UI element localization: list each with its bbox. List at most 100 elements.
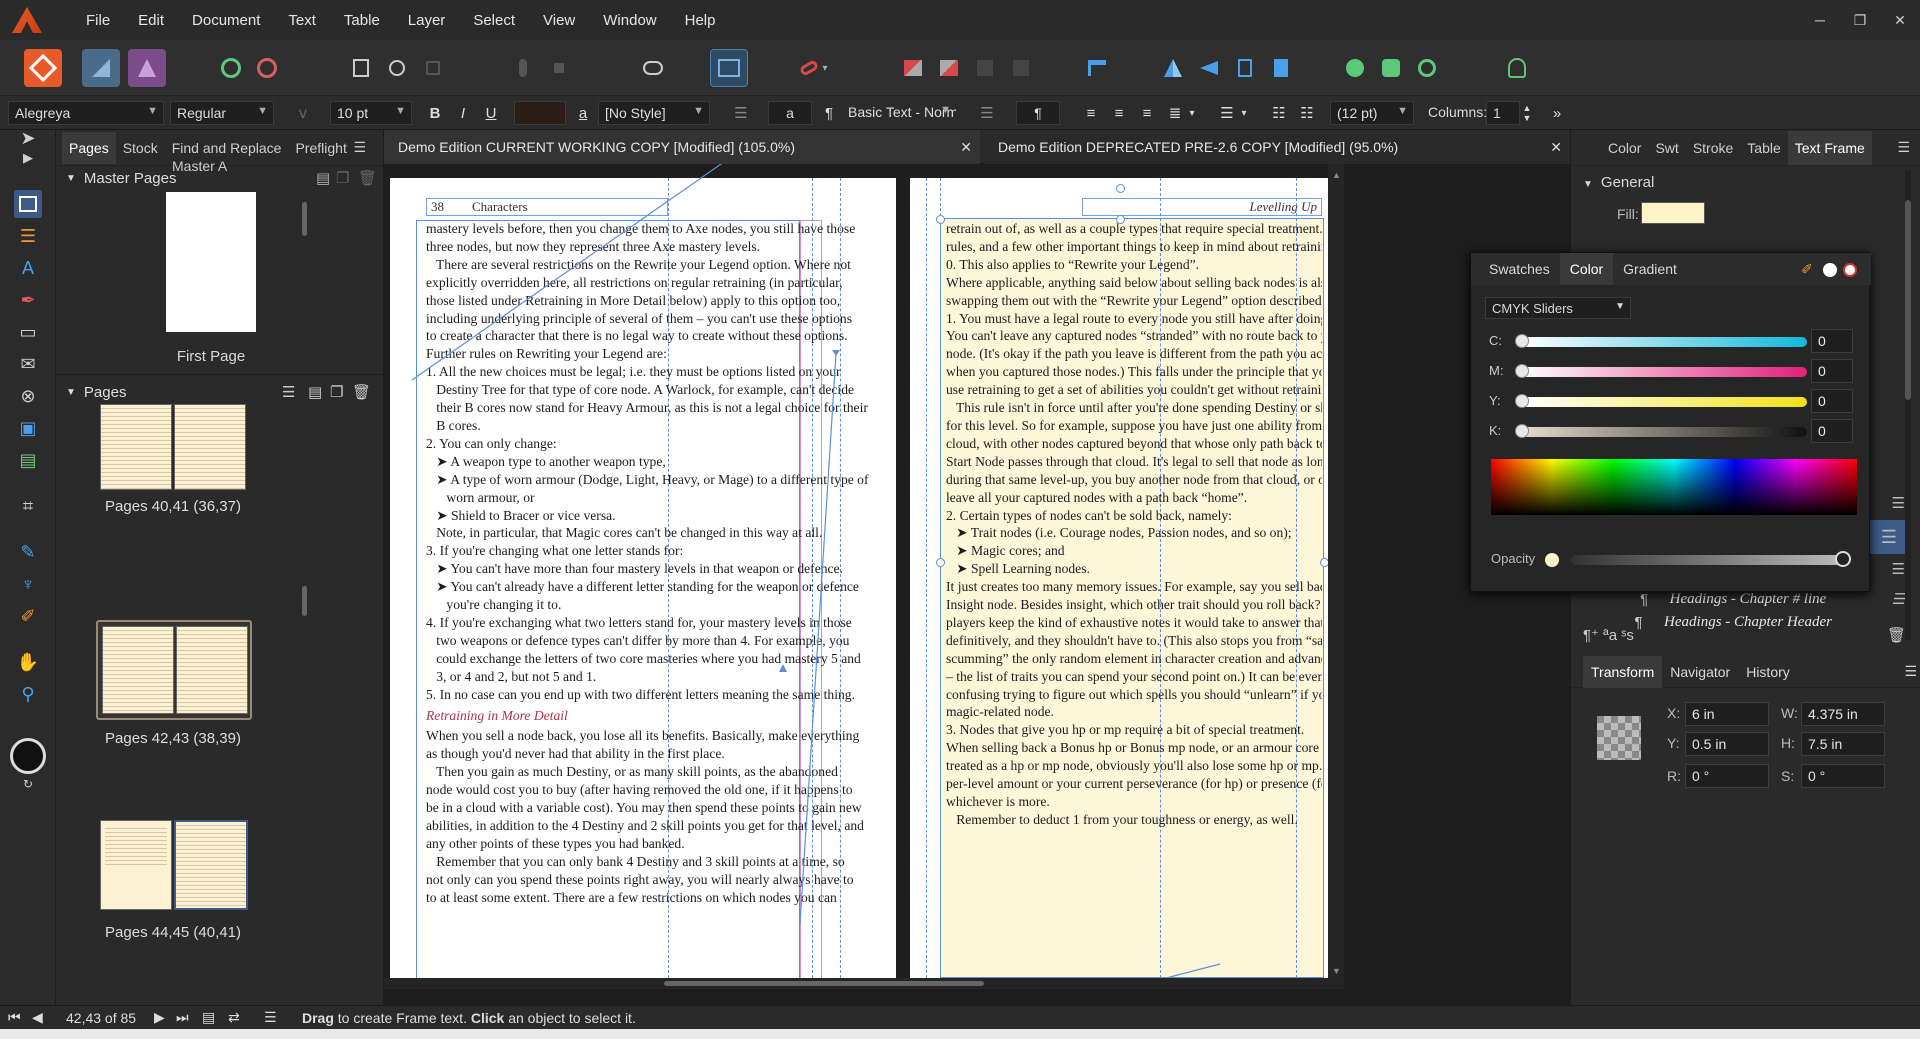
highlight-button[interactable]: a xyxy=(570,101,596,125)
text-wrap-icon[interactable] xyxy=(634,49,672,87)
assets-icon[interactable] xyxy=(1336,49,1374,87)
tab-swatches-popup[interactable]: Swatches xyxy=(1479,261,1560,277)
document-canvas[interactable]: 38 Characters mastery levels before, then… xyxy=(384,164,1570,989)
table-of-contents-tool-icon[interactable]: ▤ xyxy=(14,446,42,474)
flip-vertical-icon[interactable] xyxy=(1190,49,1228,87)
pin-icon[interactable] xyxy=(504,49,542,87)
leading-select[interactable]: (12 pt) ▼ xyxy=(1330,101,1414,125)
black-knob[interactable] xyxy=(1515,424,1529,438)
align-right-icon[interactable]: ≡ xyxy=(1134,101,1160,125)
shear-field[interactable]: 0 ° xyxy=(1801,764,1885,788)
pages-header[interactable]: ▼ Pages ☰ ▤ ❐ 🗑 xyxy=(56,378,384,406)
page-indicator[interactable]: 42,43 of 85 xyxy=(66,1010,136,1026)
menu-help[interactable]: Help xyxy=(671,12,730,29)
numbering-icon[interactable]: ☷ xyxy=(1294,101,1320,125)
frame-text-tool-icon[interactable] xyxy=(14,190,42,218)
font-family-select[interactable]: Alegreya ▼ xyxy=(8,101,164,125)
menu-view[interactable]: View xyxy=(529,12,589,29)
font-size-select[interactable]: 10 pt ▼ xyxy=(330,101,412,125)
black-slider[interactable]: K: 0 xyxy=(1489,419,1853,445)
align-icon[interactable] xyxy=(1078,49,1116,87)
horizontal-scroll-thumb[interactable] xyxy=(664,981,984,986)
tab-transform[interactable]: Transform xyxy=(1583,655,1663,688)
transform-menu-icon[interactable]: ☰ xyxy=(1904,663,1917,680)
tab-history[interactable]: History xyxy=(1738,664,1798,680)
tab-text-frame[interactable]: Text Frame xyxy=(1787,130,1872,165)
node-tool-icon[interactable]: ▶ xyxy=(14,144,42,172)
menu-layer[interactable]: Layer xyxy=(394,12,460,29)
next-page-icon[interactable]: ▶ xyxy=(154,1009,165,1026)
group-icon[interactable] xyxy=(966,49,1004,87)
photo-persona-icon[interactable] xyxy=(128,49,166,87)
tab-color-popup[interactable]: Color xyxy=(1559,253,1614,285)
menu-select[interactable]: Select xyxy=(459,12,529,29)
character-style-select[interactable]: [No Style] ▼ xyxy=(598,101,710,125)
italic-button[interactable]: I xyxy=(450,101,476,125)
font-weight-select[interactable]: Regular ▼ xyxy=(170,101,274,125)
canvas-vertical-scrollbar[interactable]: ▲ ▼ xyxy=(1328,164,1344,978)
panel-menu-icon[interactable]: ☰ xyxy=(346,139,373,156)
pages-scrollbar[interactable] xyxy=(302,586,307,616)
eyedropper-icon[interactable]: ✐ xyxy=(1801,261,1813,278)
style-menu-icon[interactable]: ☰ xyxy=(1881,527,1897,548)
color-spectrum[interactable] xyxy=(1491,459,1857,515)
black-value[interactable]: 0 xyxy=(1811,419,1853,443)
delete-style-icon[interactable]: 🗑 xyxy=(1887,626,1906,644)
general-section-header[interactable]: ▼ General xyxy=(1583,174,1654,191)
columns-stepper[interactable]: ▲ ▼ xyxy=(1520,101,1534,125)
ungroup-icon[interactable] xyxy=(1002,49,1040,87)
layers-icon[interactable] xyxy=(1372,49,1410,87)
preferences-icon[interactable] xyxy=(248,49,286,87)
x-field[interactable]: 6 in xyxy=(1685,702,1769,726)
link-dropdown-icon[interactable]: ▾ xyxy=(818,49,832,87)
magenta-knob[interactable] xyxy=(1515,364,1529,378)
cyan-track[interactable] xyxy=(1519,337,1807,347)
opacity-slider[interactable] xyxy=(1571,555,1843,565)
clear-formatting-button[interactable]: a xyxy=(768,101,812,125)
add-page-icon[interactable]: ▤ xyxy=(308,383,322,401)
menu-file[interactable]: File xyxy=(72,12,124,29)
cyan-slider[interactable]: C: 0 xyxy=(1489,329,1853,355)
new-character-style-icon[interactable]: ªa xyxy=(1603,627,1617,644)
menu-document[interactable]: Document xyxy=(178,12,274,29)
tab-table[interactable]: Table xyxy=(1740,140,1787,156)
y-field[interactable]: 0.5 in xyxy=(1685,732,1769,756)
opacity-knob[interactable] xyxy=(1835,551,1851,567)
swap-colors-icon[interactable]: ↻ xyxy=(14,770,42,798)
affinity-publisher-logo[interactable] xyxy=(12,7,42,33)
scroll-down-icon[interactable]: ▼ xyxy=(1332,966,1341,976)
new-paragraph-style-icon[interactable]: ¶⁺ xyxy=(1583,627,1599,644)
magenta-slider[interactable]: M: 0 xyxy=(1489,359,1853,385)
yellow-track[interactable] xyxy=(1519,397,1807,407)
align-left-icon[interactable]: ≡ xyxy=(1078,101,1104,125)
color-picker-tool-icon[interactable]: ✐ xyxy=(14,602,42,630)
right-panel-scrollbar[interactable] xyxy=(1905,170,1911,640)
rotate-left-icon[interactable] xyxy=(1226,49,1264,87)
zoom-tool-icon[interactable]: ⚲ xyxy=(14,680,42,708)
close-tab-icon[interactable]: ✕ xyxy=(1550,139,1562,156)
black-track[interactable] xyxy=(1519,427,1807,437)
font-traits-icon[interactable]: ⅴ xyxy=(290,101,316,125)
rotation-field[interactable]: 0 ° xyxy=(1685,764,1769,788)
add-master-icon[interactable]: ▤ xyxy=(316,169,330,187)
tab-stroke[interactable]: Stroke xyxy=(1686,140,1740,156)
color-wheel-icon[interactable] xyxy=(1408,49,1446,87)
canvas-horizontal-scrollbar[interactable] xyxy=(384,978,1344,989)
yellow-value[interactable]: 0 xyxy=(1811,389,1853,413)
justify-dropdown-icon[interactable]: ▾ xyxy=(1184,101,1200,125)
place-image-tool-icon[interactable]: ▣ xyxy=(14,414,42,442)
cyan-value[interactable]: 0 xyxy=(1811,329,1853,353)
tab-gradient-popup[interactable]: Gradient xyxy=(1613,261,1687,277)
cyan-knob[interactable] xyxy=(1515,334,1529,348)
style-menu-icon[interactable]: ☰ xyxy=(1892,560,1905,579)
text-style-icon[interactable]: ☰ xyxy=(728,101,754,125)
restore-button[interactable]: ❐ xyxy=(1840,0,1880,40)
document-tab-deprecated[interactable]: Demo Edition DEPRECATED PRE-2.6 COPY [Mo… xyxy=(984,130,1570,164)
spread-thumbnail[interactable] xyxy=(100,404,246,490)
transparency-tool-icon[interactable]: ♆ xyxy=(14,570,42,598)
stroke-fill-swatch[interactable] xyxy=(10,738,46,774)
rotate-right-icon[interactable] xyxy=(1262,49,1300,87)
bold-button[interactable]: B xyxy=(422,101,448,125)
minimize-button[interactable]: ─ xyxy=(1800,0,1840,40)
color-mode-select[interactable]: CMYK Sliders ▼ xyxy=(1485,297,1631,319)
